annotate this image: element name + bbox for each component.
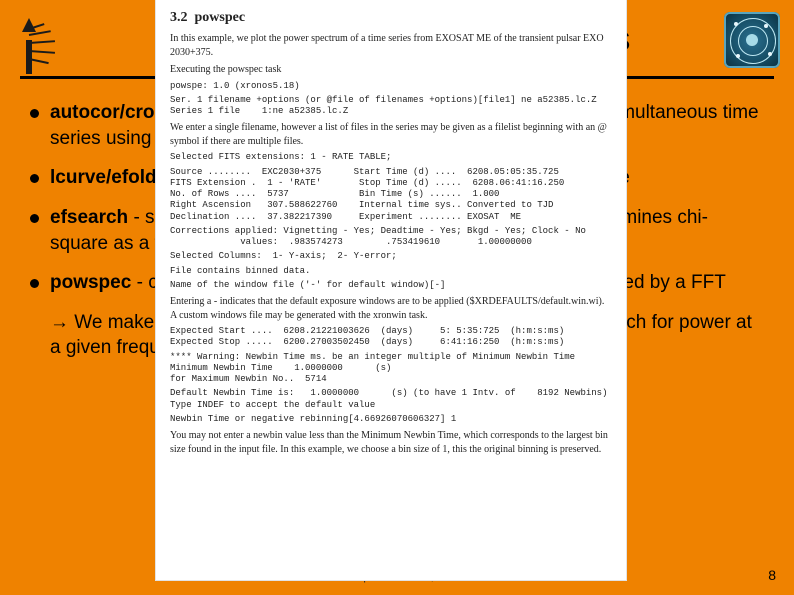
doc-corrections: Corrections applied: Vignetting - Yes; D… [170, 226, 612, 249]
doc-window-prompt: Name of the window file ('-' for default… [170, 280, 612, 291]
doc-binned: File contains binned data. [170, 266, 612, 277]
tool-name: efsearch [50, 207, 128, 228]
doc-final-note: You may not enter a newbin value less th… [170, 429, 612, 456]
doc-header-block: Source ........ EXC2030+375 Start Time (… [170, 167, 612, 223]
right-badge [724, 12, 780, 68]
doc-heading: 3.2 powspec [170, 10, 612, 26]
doc-prompt: powspe: 1.0 (xronos5.18) [170, 81, 612, 92]
doc-exec-line: Executing the powspec task [170, 63, 612, 77]
slide-root: Xronos: time-domain programs autocor/cro… [0, 0, 794, 595]
footer-page-number: 8 [768, 567, 776, 583]
doc-heading-num: 3.2 [170, 10, 188, 25]
doc-default-block: Default Newbin Time is: 1.0000000 (s) (t… [170, 388, 612, 411]
left-logo [18, 14, 66, 74]
tool-name: lcurve/efold [50, 167, 157, 188]
doc-overlay: 3.2 powspec In this example, we plot the… [156, 0, 626, 580]
doc-selcols: Selected Columns: 1- Y-axis; 2- Y-error; [170, 251, 612, 262]
doc-expected-block: Expected Start .... 6208.21221003626 (da… [170, 326, 612, 349]
doc-warn-block: **** Warning: Newbin Time ms. be an inte… [170, 352, 612, 386]
doc-enter-note: We enter a single filename, however a li… [170, 121, 612, 148]
doc-heading-text: powspec [195, 10, 246, 25]
tool-name: powspec [50, 272, 131, 293]
doc-selected-ext: Selected FITS extensions: 1 - RATE TABLE… [170, 152, 612, 163]
doc-intro: In this example, we plot the power spect… [170, 32, 612, 59]
doc-rebin-prompt: Newbin Time or negative rebinning[4.6692… [170, 414, 612, 425]
doc-window-note: Entering a - indicates that the default … [170, 295, 612, 322]
doc-ser-line: Ser. 1 filename +options (or @file of fi… [170, 95, 612, 118]
